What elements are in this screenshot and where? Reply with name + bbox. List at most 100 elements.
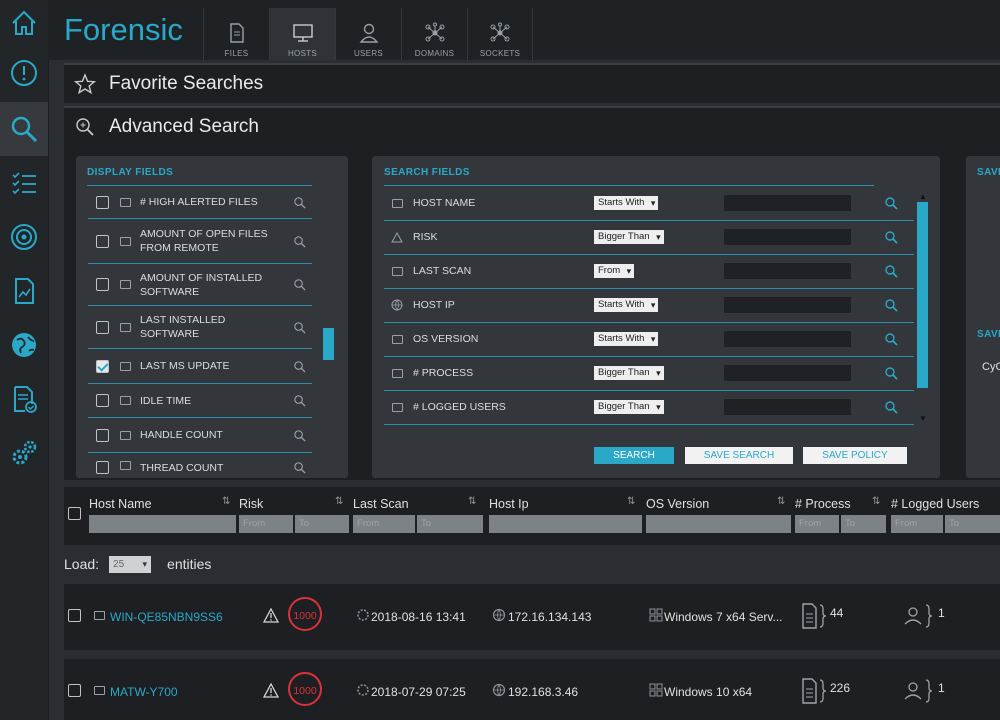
host-name-filter[interactable] bbox=[89, 515, 236, 533]
row-checkbox[interactable] bbox=[68, 609, 81, 622]
sidebar-item-home[interactable] bbox=[0, 0, 48, 46]
advanced-search-bar[interactable]: Advanced Search bbox=[64, 106, 1000, 146]
sort-icon[interactable]: ⇅ bbox=[777, 496, 786, 507]
sidebar-item-reports[interactable] bbox=[0, 268, 48, 314]
sort-icon[interactable]: ⇅ bbox=[627, 496, 636, 507]
operator-select[interactable]: Bigger Than bbox=[594, 366, 664, 380]
save-search-button[interactable]: SAVE SEARCH bbox=[685, 447, 793, 464]
risk-to-filter[interactable]: To bbox=[295, 515, 349, 533]
column-header-logged-users[interactable]: # Logged Users bbox=[891, 497, 979, 511]
sidebar-item-radar[interactable] bbox=[0, 214, 48, 260]
os-version-filter[interactable] bbox=[646, 515, 791, 533]
zoom-icon[interactable] bbox=[884, 400, 898, 414]
checkbox[interactable] bbox=[96, 394, 109, 407]
zoom-icon[interactable] bbox=[884, 332, 898, 346]
tab-hosts[interactable]: HOSTS bbox=[269, 8, 335, 60]
zoom-icon[interactable] bbox=[293, 278, 306, 291]
favorite-searches-bar[interactable]: Favorite Searches bbox=[64, 63, 1000, 103]
sidebar-item-checklist[interactable] bbox=[0, 160, 48, 206]
column-header-last-scan[interactable]: Last Scan bbox=[353, 497, 409, 511]
display-field-item[interactable]: LAST INSTALLED SOFTWARE bbox=[88, 306, 312, 349]
sort-icon[interactable]: ⇅ bbox=[872, 496, 881, 507]
save-policy-button[interactable]: SAVE POLICY bbox=[803, 447, 907, 464]
operator-select[interactable]: Starts With bbox=[594, 196, 659, 210]
checkbox-checked[interactable] bbox=[96, 359, 109, 373]
process-from-filter[interactable]: From bbox=[795, 515, 839, 533]
display-field-item[interactable]: AMOUNT OF OPEN FILES FROM REMOTE bbox=[88, 219, 312, 264]
tab-sockets[interactable]: SOCKETS bbox=[467, 8, 533, 60]
sidebar-item-globe[interactable] bbox=[0, 322, 48, 368]
search-button[interactable]: SEARCH bbox=[594, 447, 674, 464]
search-field-input[interactable] bbox=[724, 399, 851, 415]
operator-select[interactable]: Starts With bbox=[594, 332, 659, 346]
column-header-host-name[interactable]: Host Name bbox=[89, 497, 152, 511]
zoom-icon[interactable] bbox=[293, 321, 306, 334]
sort-icon[interactable]: ⇅ bbox=[335, 496, 344, 507]
operator-select[interactable]: Bigger Than bbox=[594, 400, 664, 414]
tab-domains[interactable]: DOMAINS bbox=[401, 8, 467, 60]
search-field-input[interactable] bbox=[724, 331, 851, 347]
display-field-item[interactable]: LAST MS UPDATE bbox=[88, 349, 312, 384]
last-scan-from-filter[interactable]: From bbox=[353, 515, 415, 533]
operator-select[interactable]: From bbox=[594, 264, 635, 278]
tab-files[interactable]: FILES bbox=[203, 8, 269, 60]
zoom-icon[interactable] bbox=[884, 264, 898, 278]
search-fields-scrollbar[interactable] bbox=[917, 202, 928, 388]
column-header-os-version[interactable]: OS Version bbox=[646, 497, 709, 511]
zoom-icon[interactable] bbox=[293, 196, 306, 209]
operator-select[interactable]: Starts With bbox=[594, 298, 659, 312]
select-all-checkbox[interactable] bbox=[68, 507, 81, 520]
checkbox[interactable] bbox=[96, 320, 109, 334]
zoom-icon[interactable] bbox=[884, 298, 898, 312]
zoom-icon[interactable] bbox=[884, 230, 898, 244]
checkbox[interactable] bbox=[96, 278, 109, 291]
checkbox[interactable] bbox=[96, 234, 109, 248]
column-header-host-ip[interactable]: Host Ip bbox=[489, 497, 529, 511]
sidebar-item-alerts[interactable] bbox=[0, 50, 48, 96]
scroll-down-arrow[interactable]: ▼ bbox=[919, 414, 927, 423]
zoom-icon[interactable] bbox=[293, 394, 306, 407]
operator-select[interactable]: Bigger Than bbox=[594, 230, 664, 244]
display-field-item[interactable]: IDLE TIME bbox=[88, 384, 312, 418]
zoom-icon[interactable] bbox=[293, 429, 306, 442]
search-field-input[interactable] bbox=[724, 229, 851, 245]
host-name-link[interactable]: MATW-Y700 bbox=[110, 685, 178, 699]
display-field-item[interactable]: HANDLE COUNT bbox=[88, 418, 312, 453]
checkbox[interactable] bbox=[96, 195, 109, 209]
logged-users-to-filter[interactable]: To bbox=[945, 515, 1000, 533]
sidebar-item-settings[interactable] bbox=[0, 430, 48, 476]
checkbox[interactable] bbox=[96, 461, 109, 474]
scroll-up-arrow[interactable]: ▲ bbox=[919, 192, 927, 201]
tab-users[interactable]: USERS bbox=[335, 8, 401, 60]
last-scan-to-filter[interactable]: To bbox=[417, 515, 483, 533]
zoom-icon[interactable] bbox=[293, 360, 306, 373]
search-field-input[interactable] bbox=[724, 365, 851, 381]
display-field-item[interactable]: THREAD COUNT bbox=[88, 453, 312, 478]
checkbox[interactable] bbox=[96, 428, 109, 442]
search-field-input[interactable] bbox=[724, 263, 851, 279]
logged-users-from-filter[interactable]: From bbox=[891, 515, 943, 533]
search-field-input[interactable] bbox=[724, 297, 851, 313]
zoom-icon[interactable] bbox=[884, 196, 898, 210]
sidebar-item-documents[interactable] bbox=[0, 376, 48, 422]
sort-icon[interactable]: ⇅ bbox=[468, 496, 477, 507]
column-header-risk[interactable]: Risk bbox=[239, 497, 263, 511]
table-row[interactable]: WIN-QE85NBN9SS6 1000 2018-08-16 13:41 17… bbox=[64, 584, 1000, 650]
host-name-link[interactable]: WIN-QE85NBN9SS6 bbox=[110, 610, 223, 624]
row-checkbox[interactable] bbox=[68, 684, 81, 697]
saved-item[interactable]: CyC bbox=[982, 361, 1000, 373]
column-header-process[interactable]: # Process bbox=[795, 497, 851, 511]
host-ip-filter[interactable] bbox=[489, 515, 642, 533]
risk-from-filter[interactable]: From bbox=[239, 515, 293, 533]
display-field-item[interactable]: # HIGH ALERTED FILES bbox=[88, 186, 312, 219]
sidebar-item-search[interactable] bbox=[0, 102, 48, 156]
sort-icon[interactable]: ⇅ bbox=[222, 496, 231, 507]
process-to-filter[interactable]: To bbox=[841, 515, 886, 533]
zoom-icon[interactable] bbox=[293, 235, 306, 248]
display-field-item[interactable]: AMOUNT OF INSTALLED SOFTWARE bbox=[88, 264, 312, 306]
display-fields-scrollbar[interactable] bbox=[323, 328, 334, 360]
load-count-select[interactable]: 25 bbox=[109, 555, 152, 573]
zoom-icon[interactable] bbox=[884, 366, 898, 380]
table-row[interactable]: MATW-Y700 1000 2018-07-29 07:25 192.168.… bbox=[64, 659, 1000, 720]
zoom-icon[interactable] bbox=[293, 461, 306, 474]
